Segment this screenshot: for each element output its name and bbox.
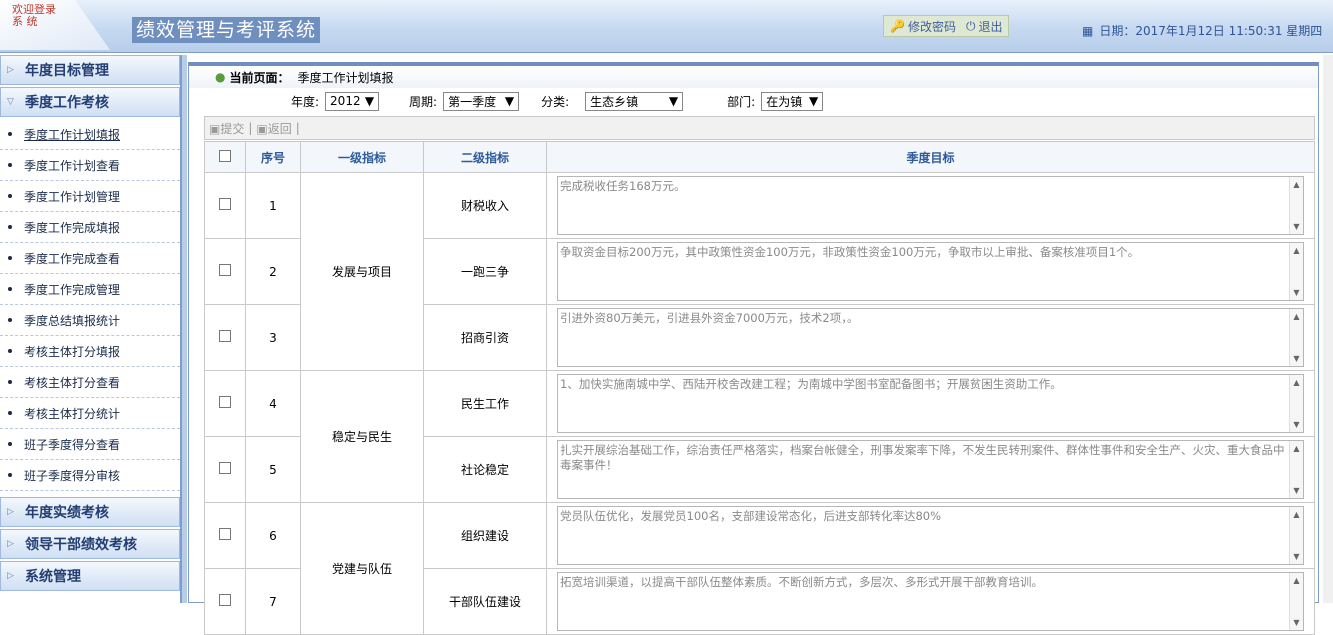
chevron-right-icon: ▷ bbox=[7, 571, 14, 581]
table-row: 1 发展与项目 财税收入 完成税收任务168万元。 ▲ ▼ bbox=[204, 172, 1315, 371]
department-select[interactable]: 在为镇 ▼ bbox=[761, 91, 824, 111]
row-checkbox[interactable] bbox=[219, 462, 231, 474]
period-select[interactable]: 第一季度 ▼ bbox=[443, 91, 520, 111]
row-checkbox[interactable] bbox=[219, 594, 231, 606]
page-scrollbar[interactable] bbox=[1323, 55, 1333, 603]
sidebar-section-annual-performance[interactable]: ▷ 年度实绩考核 bbox=[0, 497, 180, 527]
welcome-banner: 欢迎登录 系 统 bbox=[0, 0, 110, 50]
target-textarea[interactable]: 争取资金目标200万元，其中政策性资金100万元，非政策性资金100万元，争取市… bbox=[557, 242, 1304, 301]
bullet-icon bbox=[8, 411, 12, 415]
row-checkbox[interactable] bbox=[219, 396, 231, 408]
submit-button[interactable]: ▣提交 bbox=[209, 120, 244, 137]
chevron-down-icon: ▼ bbox=[808, 94, 819, 108]
sidebar-splitter[interactable] bbox=[182, 55, 187, 603]
logout-button[interactable]: ⏻ 退出 bbox=[966, 18, 1003, 35]
date-display: ▦ 日期：2017年1月12日 11:50:31 星期四 bbox=[1082, 23, 1323, 39]
sidebar-item[interactable]: 班子季度得分查看 bbox=[0, 429, 180, 460]
target-textarea[interactable]: 1、加快实施南城中学、西陆开校舍改建工程；为南城中学图书室配备图书；开展贫困生资… bbox=[557, 374, 1304, 433]
bullet-icon bbox=[8, 194, 12, 198]
category-select[interactable]: 生态乡镇 ▼ bbox=[585, 91, 684, 111]
sidebar-item[interactable]: 季度工作计划查看 bbox=[0, 150, 180, 181]
header: 欢迎登录 系 统 绩效管理与考评系统 🔑 修改密码 ⏻ 退出 ▦ 日期：2017年1月… bbox=[0, 0, 1333, 53]
sidebar-section-quarter-review[interactable]: ▽ 季度工作考核 bbox=[0, 87, 180, 117]
bullet-icon bbox=[8, 318, 12, 322]
select-all-checkbox[interactable] bbox=[219, 149, 231, 162]
bullet-icon bbox=[8, 349, 12, 353]
sidebar-item[interactable]: 考核主体打分统计 bbox=[0, 398, 180, 429]
filter-bar: 年度: 2012 ▼ 周期: 第一季度 ▼ 分类: 生态乡镇 ▼ 部门: 在为镇 ▼ bbox=[189, 88, 1318, 114]
top-button-group: 🔑 修改密码 ⏻ 退出 bbox=[883, 15, 1010, 37]
chevron-down-icon: ▼ bbox=[668, 94, 679, 108]
bullet-icon bbox=[8, 132, 12, 136]
key-icon: 🔑 bbox=[890, 19, 905, 33]
bullet-icon bbox=[8, 442, 12, 446]
calendar-icon: ▦ bbox=[1082, 23, 1094, 38]
row-checkbox[interactable] bbox=[219, 198, 231, 210]
sidebar-item[interactable]: 季度总结填报统计 bbox=[0, 305, 180, 336]
app-title: 绩效管理与考评系统 bbox=[132, 17, 321, 43]
bullet-icon bbox=[8, 256, 12, 260]
sidebar-section-system[interactable]: ▷ 系统管理 bbox=[0, 561, 180, 591]
target-textarea[interactable]: 党员队伍优化，发展党员100名，支部建设常态化，后进支部转化率达80% ▲ ▼ bbox=[557, 506, 1304, 565]
row-checkbox[interactable] bbox=[219, 264, 231, 276]
bullet-icon bbox=[8, 163, 12, 167]
sidebar-item[interactable]: 季度工作计划填报 bbox=[0, 119, 180, 150]
target-textarea[interactable]: 扎实开展综治基础工作，综治责任严格落实，档案台帐健全，刑事发案率下降，不发生民转… bbox=[557, 440, 1304, 499]
bullet-icon bbox=[8, 473, 12, 477]
target-textarea[interactable]: 拓宽培训渠道，以提高干部队伍整体素质。不断创新方式，多层次、多形式开展干部教育培… bbox=[557, 572, 1304, 631]
chevron-right-icon: ▷ bbox=[7, 65, 14, 75]
bullet-icon bbox=[8, 287, 12, 291]
chevron-down-icon: ▼ bbox=[364, 94, 375, 108]
table-row: 4 稳定与民生 民生工作 1、加快实施南城中学、西陆开校舍改建工程；为南城中学图书室配… bbox=[204, 370, 1315, 503]
sidebar-item[interactable]: 季度工作完成管理 bbox=[0, 274, 180, 305]
chevron-down-icon: ▼ bbox=[504, 94, 515, 108]
sidebar-section-leader-review[interactable]: ▷ 领导干部绩效考核 bbox=[0, 529, 180, 559]
sidebar-item[interactable]: 班子季度得分审核 bbox=[0, 460, 180, 491]
year-select[interactable]: 2012 ▼ bbox=[325, 91, 380, 111]
chevron-down-icon: ▽ bbox=[7, 97, 14, 107]
circle-arrow-icon: ● bbox=[215, 70, 226, 84]
back-icon: ▣ bbox=[256, 121, 268, 136]
back-button[interactable]: ▣返回 bbox=[256, 120, 291, 137]
chevron-right-icon: ▷ bbox=[7, 507, 14, 517]
sidebar-item[interactable]: 季度工作完成查看 bbox=[0, 243, 180, 274]
breadcrumb: ● 当前页面： 季度工作计划填报 bbox=[189, 66, 1318, 88]
target-textarea[interactable]: 引进外资80万美元，引进县外资金7000万元，技术2项，。 ▲ ▼ bbox=[557, 308, 1304, 367]
chevron-right-icon: ▷ bbox=[7, 539, 14, 549]
bullet-icon bbox=[8, 225, 12, 229]
sidebar-item[interactable]: 季度工作完成填报 bbox=[0, 212, 180, 243]
sidebar-item[interactable]: 季度工作计划管理 bbox=[0, 181, 180, 212]
toolbar: ▣提交 | ▣返回 | bbox=[204, 116, 1315, 140]
plan-table: 序号 一级指标 二级指标 季度目标 1 发展与项目 财税收入 完成税收任务168万元。 ▲ ▼ … bbox=[204, 141, 1315, 635]
bullet-icon bbox=[8, 380, 12, 384]
sidebar-item[interactable]: 考核主体打分填报 bbox=[0, 336, 180, 367]
sidebar: ▷ 年度目标管理 ▽ 季度工作考核 季度工作计划填报 季度工作计划查看 季度工作计划… bbox=[0, 55, 182, 603]
main-panel: ● 当前页面： 季度工作计划填报 年度: 2012 ▼ 周期: 第一季度 ▼ 分类: 生态乡镇… bbox=[188, 62, 1319, 635]
row-checkbox[interactable] bbox=[219, 528, 231, 540]
table-header-row: 序号 一级指标 二级指标 季度目标 bbox=[204, 141, 1315, 173]
table-row: 6 党建与队伍 组织建设 党员队伍优化，发展党员100名，支部建设常态化，后进支部转化… bbox=[204, 502, 1315, 635]
sidebar-section-annual-goals[interactable]: ▷ 年度目标管理 bbox=[0, 55, 180, 85]
target-textarea[interactable]: 完成税收任务168万元。 ▲ ▼ bbox=[557, 176, 1304, 235]
row-checkbox[interactable] bbox=[219, 330, 231, 342]
change-password-button[interactable]: 🔑 修改密码 bbox=[890, 18, 956, 35]
sidebar-item[interactable]: 考核主体打分查看 bbox=[0, 367, 180, 398]
power-icon: ⏻ bbox=[965, 18, 976, 33]
submit-icon: ▣ bbox=[209, 121, 221, 136]
